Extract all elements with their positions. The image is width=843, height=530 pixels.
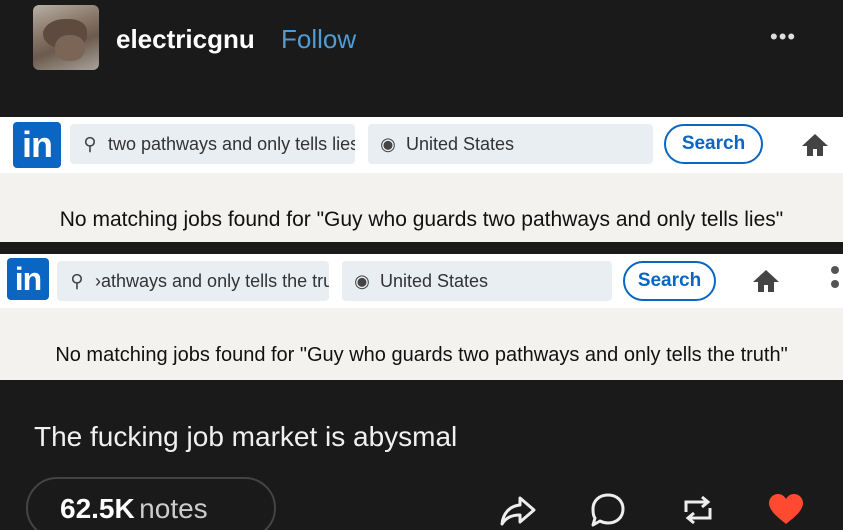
location-pin-icon: ◉	[354, 271, 370, 291]
post-header: electricgnu Follow •••	[0, 0, 843, 80]
linkedin-screenshot-2: in ⚲ ›athways and only tells the truth ◉…	[0, 254, 843, 380]
more-options-icon[interactable]: •••	[770, 26, 796, 48]
post-caption: The fucking job market is abysmal	[34, 421, 458, 452]
notes-count: 62.5K	[60, 493, 135, 524]
linkedin-screenshot-1: in ⚲ two pathways and only tells lies ◉ …	[0, 117, 843, 242]
overflow-icon	[831, 266, 839, 294]
linkedin-logo: in	[13, 122, 61, 168]
keyword-search-value: two pathways and only tells lies	[108, 134, 355, 154]
search-icon: ⚲	[70, 271, 84, 291]
home-icon	[753, 270, 779, 294]
notes-button[interactable]: 62.5K notes	[26, 477, 276, 530]
location-search-field: ◉ United States	[368, 124, 653, 164]
search-button: Search	[623, 261, 716, 301]
search-icon: ⚲	[83, 134, 97, 154]
home-icon	[802, 134, 828, 158]
username[interactable]: electricgnu	[116, 24, 255, 55]
avatar[interactable]	[33, 5, 99, 70]
keyword-search-field: ⚲ ›athways and only tells the truth	[57, 261, 329, 301]
reblog-icon[interactable]	[678, 490, 718, 530]
linkedin-top-bar: in ⚲ two pathways and only tells lies ◉ …	[0, 117, 843, 173]
keyword-search-field: ⚲ two pathways and only tells lies	[70, 124, 355, 164]
search-button: Search	[664, 124, 763, 164]
no-results-message: No matching jobs found for "Guy who guar…	[59, 208, 784, 231]
notes-label: notes	[139, 493, 208, 524]
comment-icon[interactable]	[588, 490, 628, 530]
location-search-field: ◉ United States	[342, 261, 612, 301]
location-value: United States	[380, 271, 489, 291]
follow-button[interactable]: Follow	[281, 24, 356, 55]
linkedin-logo: in	[7, 258, 49, 300]
linkedin-top-bar: in ⚲ ›athways and only tells the truth ◉…	[0, 254, 843, 308]
keyword-search-value: ›athways and only tells the truth	[95, 271, 329, 291]
like-icon[interactable]	[766, 490, 806, 530]
location-pin-icon: ◉	[380, 134, 396, 154]
location-value: United States	[406, 134, 515, 154]
share-icon[interactable]	[498, 490, 538, 530]
no-results-message: No matching jobs found for "Guy who guar…	[55, 344, 788, 366]
